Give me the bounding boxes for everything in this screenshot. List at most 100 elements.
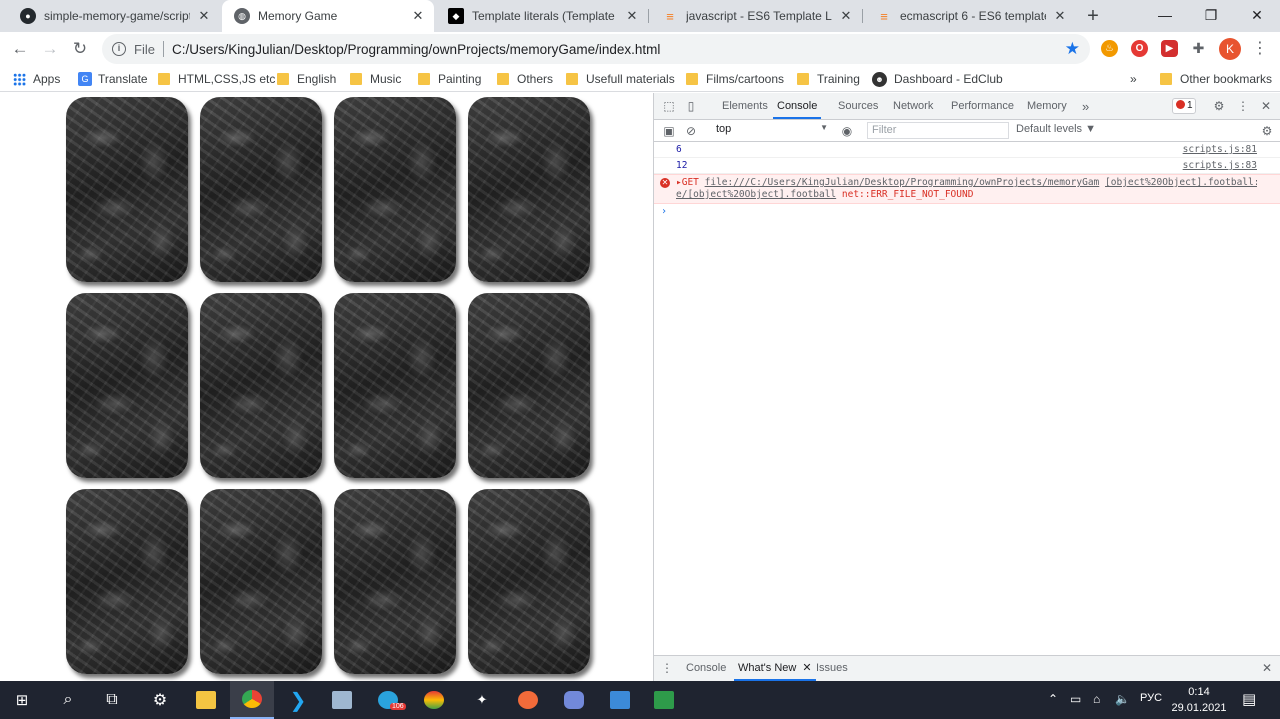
back-button[interactable]: ← bbox=[8, 37, 32, 61]
profile-avatar[interactable]: K bbox=[1219, 38, 1241, 60]
console-settings-icon[interactable]: ⚙ bbox=[1260, 124, 1274, 138]
clear-console-icon[interactable]: ⊘ bbox=[684, 124, 698, 138]
memory-card[interactable] bbox=[334, 97, 456, 282]
context-select[interactable]: top ▼ bbox=[716, 123, 828, 138]
drawer-tab-console[interactable]: Console bbox=[686, 656, 726, 681]
volume-icon[interactable]: 🔈 bbox=[1115, 692, 1130, 706]
tab-stackoverflow-1[interactable]: ≡ javascript - ES6 Template Litera ✕ bbox=[650, 0, 862, 32]
address-bar[interactable]: i File C:/Users/KingJulian/Desktop/Progr… bbox=[102, 34, 1090, 64]
eye-icon[interactable]: ◉ bbox=[840, 124, 854, 138]
tab-mdn[interactable]: ◆ Template literals (Template strin ✕ bbox=[436, 0, 648, 32]
settings-gear-icon[interactable]: ⚙ bbox=[1212, 99, 1226, 113]
info-icon[interactable]: i bbox=[112, 42, 126, 56]
memory-card[interactable] bbox=[200, 293, 322, 478]
filter-input[interactable]: Filter bbox=[867, 122, 1009, 139]
drawer-tab-issues[interactable]: Issues bbox=[816, 656, 848, 681]
network-icon[interactable]: ⌂ bbox=[1093, 692, 1100, 706]
url-text[interactable]: C:/Users/KingJulian/Desktop/Programming/… bbox=[172, 42, 660, 57]
taskbar-game[interactable]: ✦ bbox=[460, 681, 504, 719]
taskbar-app-green[interactable] bbox=[642, 681, 686, 719]
memory-card[interactable] bbox=[66, 293, 188, 478]
start-button[interactable]: ⊞ bbox=[0, 681, 44, 719]
close-icon[interactable]: ✕ bbox=[802, 662, 811, 674]
window-close-button[interactable]: ✕ bbox=[1234, 0, 1280, 32]
bookmark-folder-films[interactable]: Films/cartoons bbox=[686, 70, 784, 88]
bookmark-translate[interactable]: G Translate bbox=[78, 70, 148, 88]
log-source-link[interactable]: scripts.js:83 bbox=[1183, 158, 1257, 174]
devtools-tab-performance[interactable]: Performance bbox=[951, 93, 1014, 119]
devtools-tab-console[interactable]: Console bbox=[773, 93, 822, 119]
extension-fire-icon[interactable]: ♨ bbox=[1101, 40, 1118, 57]
forward-button[interactable]: → bbox=[38, 37, 62, 61]
new-tab-button[interactable]: + bbox=[1082, 5, 1104, 27]
clock[interactable]: 0:14 29.01.2021 bbox=[1170, 684, 1228, 716]
memory-card[interactable] bbox=[334, 489, 456, 674]
tab-stackoverflow-2[interactable]: ≡ ecmascript 6 - ES6 template str ✕ bbox=[864, 0, 1076, 32]
drawer-tab-whats-new[interactable]: What's New ✕ bbox=[734, 656, 816, 681]
devtools-more-tabs-button[interactable]: » bbox=[1082, 93, 1089, 119]
bookmarks-overflow-button[interactable]: » bbox=[1130, 70, 1137, 88]
taskbar-app[interactable] bbox=[320, 681, 364, 719]
task-view-button[interactable]: ⧉ bbox=[90, 681, 134, 719]
bookmark-other[interactable]: Other bookmarks bbox=[1160, 70, 1272, 88]
memory-card[interactable] bbox=[468, 97, 590, 282]
language-indicator[interactable]: РУС bbox=[1140, 692, 1162, 704]
bookmark-folder-painting[interactable]: Painting bbox=[418, 70, 481, 88]
bookmark-folder-html[interactable]: HTML,CSS,JS etc bbox=[158, 70, 275, 88]
devtools-tab-memory[interactable]: Memory bbox=[1027, 93, 1067, 119]
memory-card[interactable] bbox=[468, 293, 590, 478]
bookmark-folder-others[interactable]: Others bbox=[497, 70, 553, 88]
taskbar-telegram[interactable]: 106 bbox=[366, 681, 410, 719]
bookmark-folder-music[interactable]: Music bbox=[350, 70, 401, 88]
bookmark-folder-english[interactable]: English bbox=[277, 70, 336, 88]
tab-github[interactable]: ● simple-memory-game/scripts ✕ bbox=[8, 0, 220, 32]
drawer-menu-icon[interactable]: ⋮ bbox=[660, 661, 674, 675]
taskbar-app-orange[interactable] bbox=[506, 681, 550, 719]
tab-memory-game[interactable]: ◍ Memory Game ✕ bbox=[222, 0, 434, 32]
inspect-element-icon[interactable]: ⬚ bbox=[662, 99, 676, 113]
close-icon[interactable]: ✕ bbox=[838, 8, 854, 24]
close-icon[interactable]: ✕ bbox=[1052, 8, 1068, 24]
taskbar-app-blue[interactable] bbox=[598, 681, 642, 719]
taskbar-settings[interactable]: ⚙ bbox=[138, 681, 182, 719]
search-button[interactable]: ⌕ bbox=[46, 681, 90, 719]
taskbar-explorer[interactable] bbox=[184, 681, 228, 719]
puzzle-icon[interactable]: ✚ bbox=[1190, 40, 1207, 57]
drawer-close-icon[interactable]: ✕ bbox=[1260, 661, 1274, 675]
devtools-tab-sources[interactable]: Sources bbox=[838, 93, 878, 119]
error-url-link[interactable]: file:///C:/Users/KingJulian/Desktop/Prog… bbox=[705, 177, 1100, 188]
close-icon[interactable]: ✕ bbox=[624, 8, 640, 24]
devtools-tab-network[interactable]: Network bbox=[893, 93, 933, 119]
taskbar-chrome[interactable] bbox=[230, 681, 274, 719]
memory-card[interactable] bbox=[468, 489, 590, 674]
minimize-button[interactable]: — bbox=[1142, 0, 1188, 32]
reload-button[interactable]: ↻ bbox=[68, 37, 92, 61]
taskbar-app-colorful[interactable] bbox=[412, 681, 456, 719]
memory-card[interactable] bbox=[334, 293, 456, 478]
sidebar-toggle-icon[interactable]: ▣ bbox=[662, 124, 676, 138]
bookmark-folder-training[interactable]: Training bbox=[797, 70, 860, 88]
error-source-link[interactable]: [object%20Object].football:1 bbox=[1105, 177, 1257, 188]
extension-opera-icon[interactable]: O bbox=[1131, 40, 1148, 57]
more-menu-icon[interactable]: ⋮ bbox=[1252, 38, 1268, 60]
error-url-link-continued[interactable]: e/[object%20Object].football bbox=[676, 189, 836, 200]
taskbar-vscode[interactable]: ❯ bbox=[276, 681, 320, 719]
close-icon[interactable]: ✕ bbox=[196, 8, 212, 24]
devtools-close-icon[interactable]: ✕ bbox=[1259, 99, 1273, 113]
extension-video-icon[interactable]: ▶ bbox=[1161, 40, 1178, 57]
restore-button[interactable]: ❐ bbox=[1188, 0, 1234, 32]
log-levels-select[interactable]: Default levels ▼ bbox=[1016, 123, 1096, 135]
close-icon[interactable]: ✕ bbox=[410, 8, 426, 24]
bookmark-edclub[interactable]: ☻ Dashboard - EdClub bbox=[872, 70, 1003, 88]
bookmark-folder-usefull[interactable]: Usefull materials bbox=[566, 70, 675, 88]
error-method[interactable]: ▸GET bbox=[676, 177, 699, 188]
notifications-icon[interactable]: ▤ bbox=[1242, 690, 1256, 708]
star-icon[interactable]: ★ bbox=[1065, 39, 1080, 59]
bookmark-apps[interactable]: Apps bbox=[13, 70, 60, 88]
tray-overflow-icon[interactable]: ⌃ bbox=[1048, 692, 1058, 706]
error-count-badge[interactable]: 1 bbox=[1172, 98, 1196, 114]
log-source-link[interactable]: scripts.js:81 bbox=[1183, 142, 1257, 158]
memory-card[interactable] bbox=[200, 97, 322, 282]
taskbar-discord[interactable] bbox=[552, 681, 596, 719]
console-prompt[interactable]: › bbox=[654, 204, 1280, 220]
